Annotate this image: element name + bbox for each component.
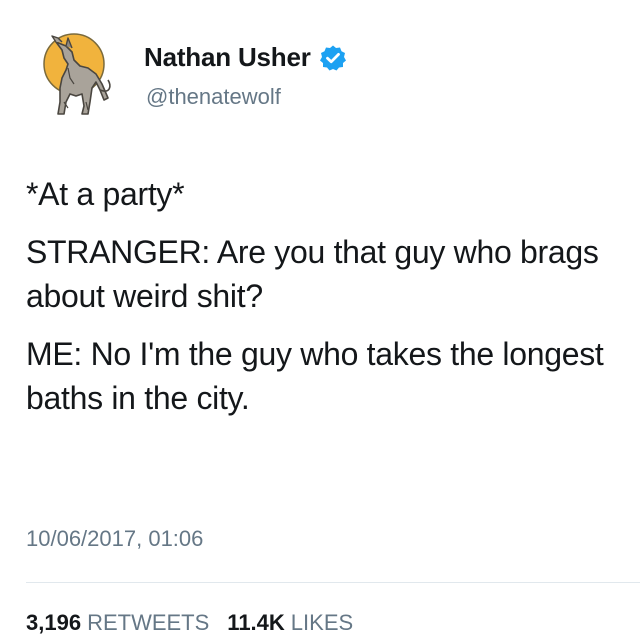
author-display-name[interactable]: Nathan Usher	[144, 42, 311, 73]
tweet-stats: 3,196 RETWEETS 11.4K LIKES	[26, 610, 353, 636]
likes-stat[interactable]: 11.4K LIKES	[227, 610, 353, 636]
howling-wolf-icon	[43, 33, 111, 115]
retweets-label: RETWEETS	[87, 610, 210, 635]
avatar[interactable]	[38, 28, 128, 126]
likes-count: 11.4K	[227, 610, 285, 635]
tweet-line: *At a party*	[26, 176, 185, 212]
tweet-line: ME: No I'm the guy who takes the longest…	[26, 336, 604, 416]
tweet-line: STRANGER: Are you that guy who brags abo…	[26, 234, 599, 314]
likes-label: LIKES	[290, 610, 354, 635]
tweet-timestamp[interactable]: 10/06/2017, 01:06	[26, 526, 203, 552]
retweets-count: 3,196	[26, 610, 82, 635]
retweets-stat[interactable]: 3,196 RETWEETS	[26, 610, 209, 636]
tweet-text: *At a party* STRANGER: Are you that guy …	[26, 172, 626, 420]
author-name-row: Nathan Usher	[144, 42, 347, 73]
tweet-header: Nathan Usher @thenatewolf	[38, 28, 598, 124]
author-handle[interactable]: @thenatewolf	[146, 84, 281, 110]
verified-badge-icon	[319, 44, 347, 72]
tweet-card: Nathan Usher @thenatewolf *At a party* S…	[0, 0, 640, 640]
divider	[26, 582, 640, 583]
